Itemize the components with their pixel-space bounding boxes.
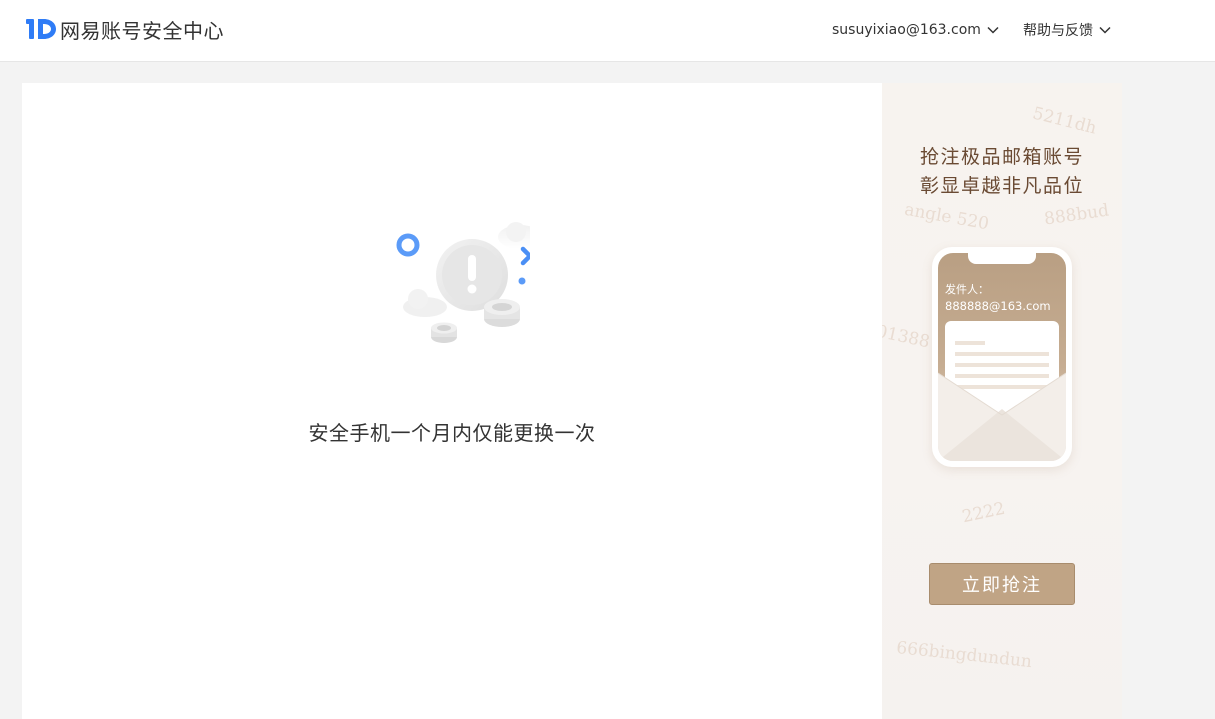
main-content-card: 安全手机一个月内仅能更换一次	[22, 83, 882, 719]
watermark-text: 888bud	[1042, 200, 1111, 230]
chevron-down-icon	[1099, 26, 1111, 34]
envelope-icon	[938, 372, 1066, 461]
phone-screen: 发件人： 888888@163.com	[938, 253, 1066, 461]
phone-mockup: 发件人： 888888@163.com	[932, 247, 1072, 467]
site-title: 网易账号安全中心	[60, 18, 224, 43]
watermark-text: 666bingdundun	[895, 637, 1033, 673]
help-feedback-dropdown[interactable]: 帮助与反馈	[1023, 20, 1112, 40]
warning-illustration-icon	[396, 222, 530, 343]
sender-label: 发件人：	[945, 283, 989, 296]
account-email: susuyixiao@163.com	[832, 22, 981, 38]
premium-email-promo-banner[interactable]: 5211dh angle 520 888bud 01388 2222 666bi…	[882, 83, 1122, 719]
help-feedback-label: 帮助与反馈	[1023, 23, 1093, 39]
chevron-down-icon	[987, 26, 999, 34]
promo-headline-line: 彰显卓越非凡品位	[919, 175, 1084, 197]
phone-notch	[968, 253, 1036, 264]
watermark-text: angle 520	[902, 199, 991, 235]
phone-change-limit-message: 安全手机一个月内仅能更换一次	[308, 421, 596, 445]
watermark-text: 5211dh	[1030, 103, 1099, 139]
top-header: 网易账号安全中心 susuyixiao@163.com 帮助与反馈	[0, 0, 1215, 62]
promo-headline-line: 抢注极品邮箱账号	[919, 146, 1084, 168]
register-now-button[interactable]: 立即抢注	[929, 563, 1075, 605]
promo-headline: 抢注极品邮箱账号 彰显卓越非凡品位	[882, 143, 1122, 201]
site-logo[interactable]: 网易账号安全中心	[26, 14, 224, 44]
account-dropdown[interactable]: susuyixiao@163.com	[832, 20, 1000, 40]
netease-id-logo-icon	[26, 19, 56, 39]
watermark-text: 01388	[882, 321, 932, 353]
watermark-text: 2222	[960, 498, 1007, 528]
sender-email: 888888@163.com	[945, 299, 1051, 313]
